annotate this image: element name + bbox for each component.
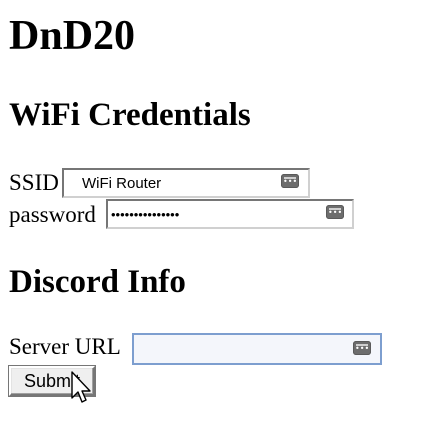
discord-section-title: Discord Info (9, 264, 186, 300)
password-label: password (9, 202, 96, 227)
ssid-label: SSID (9, 170, 59, 195)
ssid-input[interactable] (62, 168, 310, 198)
server-url-input[interactable] (132, 333, 382, 365)
server-url-label: Server URL (9, 334, 121, 359)
mouse-pointer-icon (71, 371, 91, 403)
password-manager-key-icon[interactable] (353, 341, 371, 355)
wifi-section-title: WiFi Credentials (9, 97, 251, 133)
page: DnD20 WiFi Credentials SSID password Dis… (0, 0, 426, 430)
password-manager-key-icon[interactable] (281, 174, 299, 188)
password-input[interactable] (106, 199, 354, 229)
app-title: DnD20 (9, 13, 136, 59)
password-manager-key-icon[interactable] (326, 205, 344, 219)
